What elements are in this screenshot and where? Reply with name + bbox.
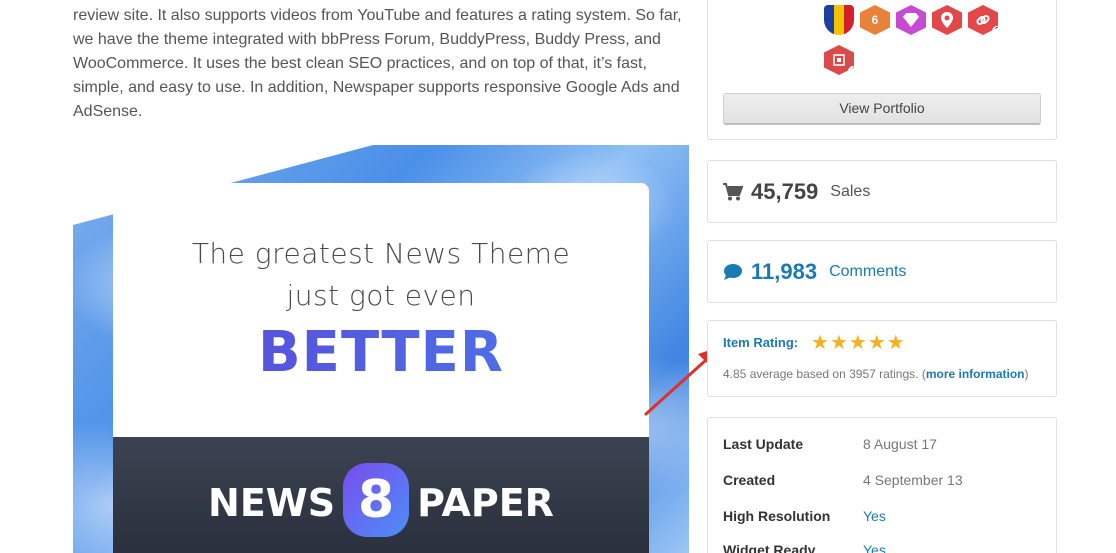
view-portfolio-button[interactable]: View Portfolio	[723, 93, 1041, 125]
banner-emphasis: BETTER	[113, 321, 649, 385]
author-badges-panel: 6 6 4 View Portfolio	[707, 0, 1057, 140]
banner-logo-strip: NEWS 8 PAPER	[113, 437, 649, 553]
chip-badge-icon[interactable]: 4	[824, 45, 854, 75]
sales-panel: 45,759 Sales	[707, 160, 1057, 223]
info-row-widget-ready: Widget Ready Yes	[723, 542, 886, 553]
star-icon: ★	[811, 332, 829, 354]
banner-headline: The greatest News Theme just got even	[191, 237, 571, 312]
star-icon: ★	[867, 332, 886, 354]
diamond-badge-icon[interactable]	[896, 5, 926, 35]
hexagon-six-badge-icon[interactable]: 6	[860, 5, 890, 35]
newspaper-logo: NEWS 8 PAPER	[113, 463, 649, 537]
rating-title: Item Rating:	[723, 335, 799, 350]
star-icon: ★	[886, 332, 905, 354]
sales-label: Sales	[830, 182, 871, 200]
star-icon: ★	[829, 332, 848, 354]
star-icon: ★	[848, 332, 867, 354]
item-description: review site. It also supports videos fro…	[73, 7, 682, 120]
widget-ready-link[interactable]: Yes	[863, 542, 886, 553]
badge-row-2: 4	[824, 45, 854, 75]
rating-stars: ★ ★ ★ ★ ★	[811, 332, 905, 354]
more-information-link[interactable]: more information	[926, 367, 1025, 381]
romania-flag-badge-icon[interactable]	[824, 5, 854, 35]
logo-number: 8	[343, 463, 410, 537]
comment-bubble-icon	[724, 263, 742, 280]
cart-icon	[723, 182, 743, 200]
comments-panel: 11,983 Comments	[707, 240, 1057, 303]
sales-count: 45,759	[751, 178, 819, 204]
comments-link[interactable]: Comments	[829, 263, 906, 281]
item-rating-panel: Item Rating: ★ ★ ★ ★ ★ 4.85 average base…	[707, 320, 1057, 397]
map-pin-badge-icon[interactable]	[932, 5, 962, 35]
promo-banner: The greatest News Theme just got even BE…	[73, 145, 689, 553]
info-row-last-update: Last Update 8 August 17	[723, 436, 937, 452]
link-badge-icon[interactable]: 6	[968, 5, 998, 35]
comments-count[interactable]: 11,983	[751, 259, 817, 285]
info-row-high-resolution: High Resolution Yes	[723, 508, 886, 524]
rating-summary: 4.85 average based on 3957 ratings. (mor…	[723, 367, 1029, 381]
banner-card: The greatest News Theme just got even BE…	[113, 183, 649, 443]
badge-row-1: 6 6	[824, 5, 998, 35]
info-row-created: Created 4 September 13	[723, 472, 963, 488]
high-resolution-link[interactable]: Yes	[863, 508, 886, 524]
item-info-panel: Last Update 8 August 17 Created 4 Septem…	[707, 417, 1057, 553]
